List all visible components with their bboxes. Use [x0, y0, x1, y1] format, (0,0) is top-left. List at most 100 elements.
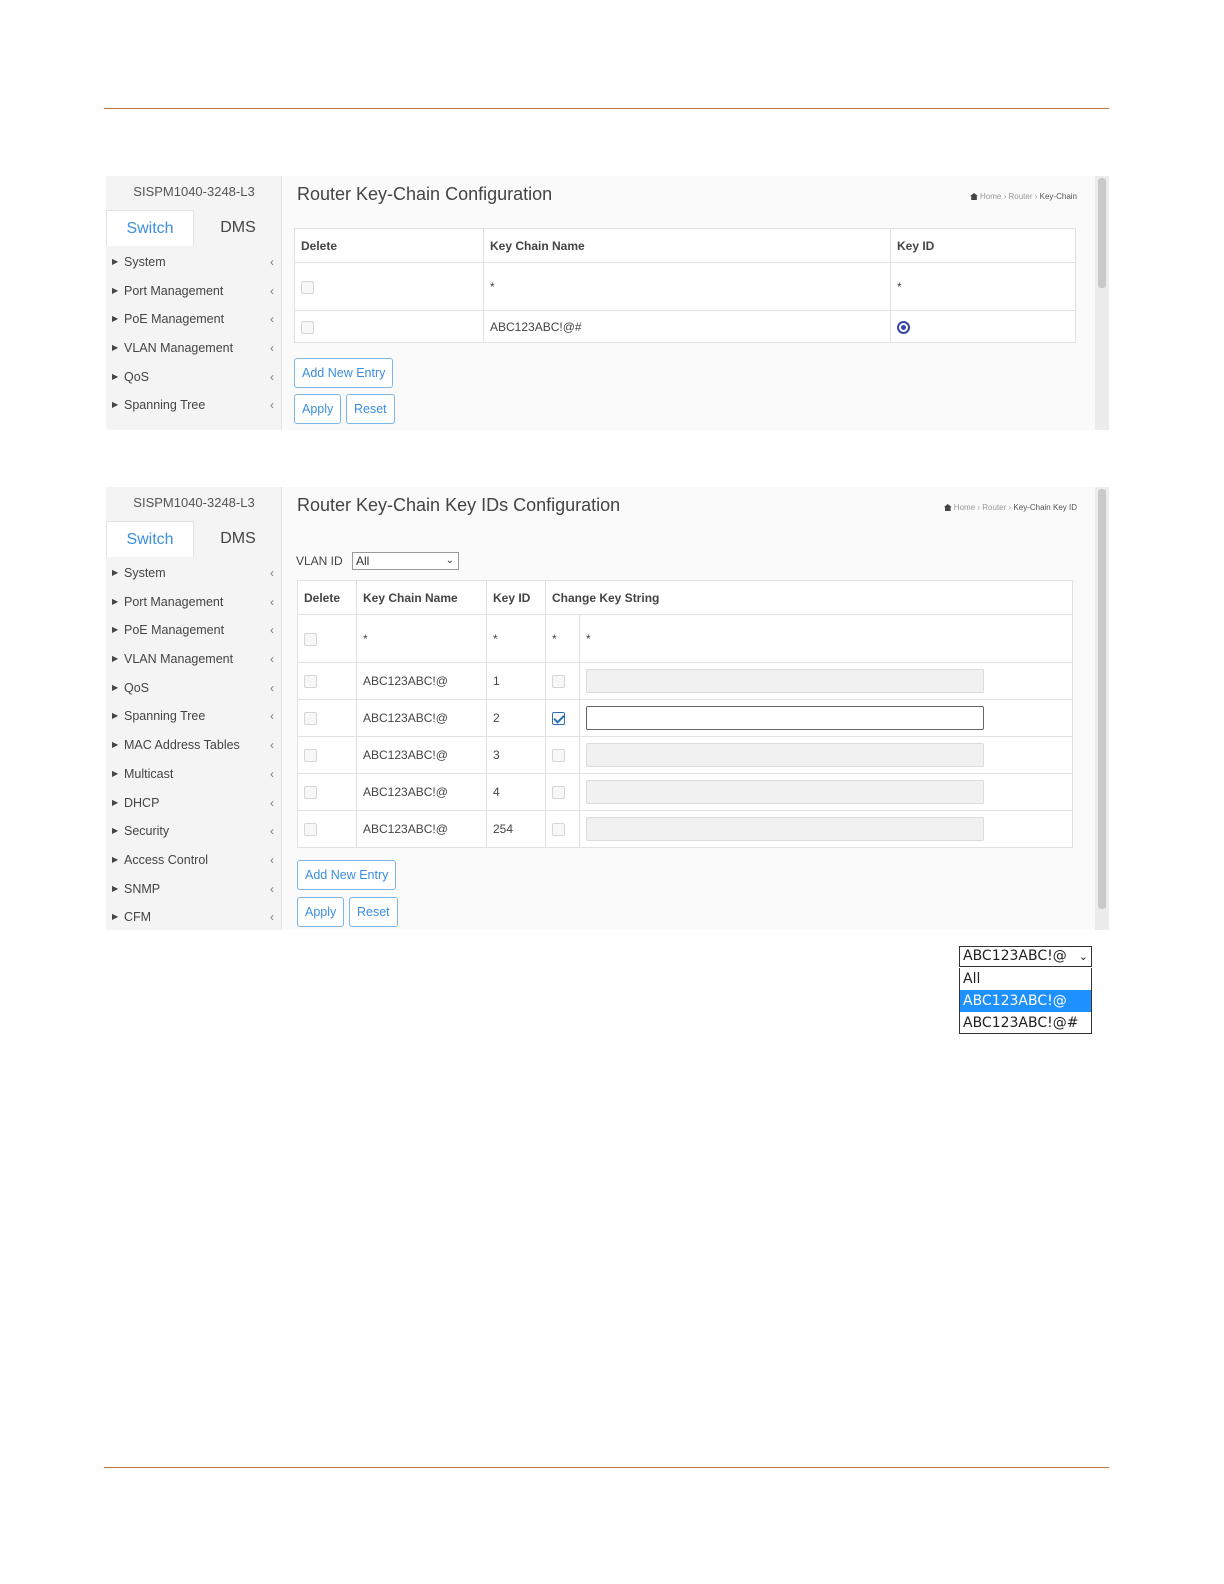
delete-checkbox[interactable]: [304, 823, 317, 837]
key-chain-name: ABC123ABC!@: [356, 699, 487, 737]
sidebar-item-cfm[interactable]: ▶ CFM ‹: [106, 903, 282, 930]
reset-button[interactable]: Reset: [346, 394, 395, 424]
change-key-checkbox[interactable]: [552, 675, 565, 689]
scrollbar[interactable]: [1095, 176, 1109, 430]
device-name: SISPM1040-3248-L3: [133, 495, 255, 510]
dropdown-option[interactable]: ABC123ABC!@#: [960, 1012, 1091, 1033]
key-string-input[interactable]: [586, 669, 984, 693]
apply-button[interactable]: Apply: [294, 394, 342, 424]
add-new-entry-button[interactable]: Add New Entry: [294, 358, 394, 388]
change-cell: [545, 810, 580, 848]
dropdown-option-all[interactable]: All: [960, 968, 1091, 990]
breadcrumb: Home › Router › Key-Chain: [970, 192, 1077, 201]
sidebar-item-vlan-management[interactable]: ▶ VLAN Management ‹: [106, 334, 282, 363]
sidebar-item-poe-management[interactable]: ▶ PoE Management ‹: [106, 305, 282, 334]
sidebar-item-spanning-tree[interactable]: ▶ Spanning Tree ‹: [106, 702, 282, 731]
delete-checkbox[interactable]: [304, 712, 317, 726]
change-cell: [545, 736, 580, 774]
change-cell: [545, 662, 580, 700]
sidebar-item-multicast[interactable]: ▶ Multicast ‹: [106, 760, 282, 789]
tab-switch[interactable]: Switch: [106, 210, 194, 246]
change-key-checkbox[interactable]: [552, 823, 565, 837]
scrollbar-thumb[interactable]: [1098, 489, 1106, 909]
key-id: 1: [486, 662, 546, 700]
tab-dms[interactable]: DMS: [194, 521, 282, 557]
key-chain-name: ABC123ABC!@: [356, 773, 487, 811]
key-string-cell: [579, 662, 1073, 700]
table-header-row: Delete Key Chain Name Key ID: [294, 228, 1076, 263]
sidebar-item-access-control[interactable]: ▶ Access Control ‹: [106, 846, 282, 875]
change-cell: [545, 699, 580, 737]
apply-button[interactable]: Apply: [297, 897, 345, 927]
dropdown-option-selected[interactable]: ABC123ABC!@: [960, 990, 1091, 1012]
delete-checkbox[interactable]: [304, 786, 317, 800]
delete-checkbox-disabled: [304, 632, 317, 646]
key-chain-name: ABC123ABC!@: [356, 810, 487, 848]
scrollbar-thumb[interactable]: [1098, 178, 1106, 288]
caret-right-icon: ▶: [112, 711, 119, 721]
sidebar-item-poe-management[interactable]: ▶ PoE Management ‹: [106, 616, 282, 645]
key-string-input[interactable]: [586, 743, 984, 767]
tab-dms[interactable]: DMS: [194, 210, 282, 246]
breadcrumb-home[interactable]: Home: [980, 192, 1001, 201]
sidebar: SISPM1040-3248-L3 Switch DMS ▶ System ‹ ▶ P…: [106, 176, 282, 430]
key-id-wildcard: *: [486, 614, 546, 663]
key-chain-key-ids-screenshot: SISPM1040-3248-L3 Switch DMS ▶ System ‹ ▶ P…: [106, 487, 1109, 930]
delete-checkbox[interactable]: [301, 320, 314, 334]
caret-right-icon: ▶: [112, 596, 119, 606]
sidebar-item-qos[interactable]: ▶ QoS ‹: [106, 363, 282, 392]
chevron-left-icon: ‹: [270, 766, 274, 781]
breadcrumb-router[interactable]: Router: [982, 503, 1006, 512]
sidebar-item-dhcp[interactable]: ▶ DHCP ‹: [106, 789, 282, 818]
header-rule: [104, 108, 1109, 109]
key-ids-table: Delete Key Chain Name Key ID Change Key …: [297, 580, 1073, 848]
key-id: 3: [486, 736, 546, 774]
sidebar-item-port-management[interactable]: ▶ Port Management ‹: [106, 588, 282, 617]
key-chain-select[interactable]: ABC123ABC!@ ⌄: [959, 946, 1092, 967]
change-key-checkbox[interactable]: [552, 749, 565, 763]
chevron-left-icon: ‹: [270, 852, 274, 867]
tab-switch[interactable]: Switch: [106, 521, 194, 557]
sidebar-item-system[interactable]: ▶ System ‹: [106, 248, 282, 277]
scrollbar[interactable]: [1095, 487, 1109, 930]
home-icon: [970, 193, 979, 200]
key-string-input-active[interactable]: [586, 706, 984, 730]
sidebar-item-security[interactable]: ▶ Security ‹: [106, 817, 282, 846]
sidebar-item-vlan-management[interactable]: ▶ VLAN Management ‹: [106, 645, 282, 674]
reset-button[interactable]: Reset: [349, 897, 398, 927]
change-wildcard: *: [545, 614, 580, 663]
delete-checkbox[interactable]: [304, 749, 317, 763]
change-key-checkbox-checked[interactable]: [552, 712, 565, 726]
sidebar-item-system[interactable]: ▶ System ‹: [106, 559, 282, 588]
device-name: SISPM1040-3248-L3: [133, 184, 255, 199]
key-id-wildcard: *: [890, 262, 1076, 311]
key-chain-name: ABC123ABC!@: [356, 736, 487, 774]
chevron-left-icon: ‹: [270, 680, 274, 695]
table-row: ABC123ABC!@ 2: [297, 699, 1073, 737]
main-content: Router Key-Chain Key IDs Configuration H…: [282, 487, 1095, 930]
key-string-input[interactable]: [586, 817, 984, 841]
dropdown-options: All ABC123ABC!@ ABC123ABC!@#: [959, 968, 1092, 1034]
change-key-checkbox[interactable]: [552, 786, 565, 800]
footer-rule: [104, 1467, 1109, 1468]
breadcrumb-current: Key-Chain Key ID: [1013, 503, 1077, 512]
chevron-down-icon: ⌄: [1078, 950, 1088, 963]
caret-right-icon: ▶: [112, 768, 119, 778]
sidebar-item-spanning-tree[interactable]: ▶ Spanning Tree ‹: [106, 391, 282, 420]
key-chain-config-screenshot: SISPM1040-3248-L3 Switch DMS ▶ System ‹ ▶ P…: [106, 176, 1109, 430]
sidebar-menu: ▶ System ‹ ▶ Port Management ‹ ▶ PoE Manageme…: [106, 248, 282, 420]
breadcrumb-router[interactable]: Router: [1009, 192, 1033, 201]
breadcrumb-home[interactable]: Home: [954, 503, 975, 512]
delete-checkbox[interactable]: [304, 675, 317, 689]
vlan-id-select[interactable]: All ⌄: [352, 552, 459, 570]
key-id-cell: [890, 310, 1076, 343]
main-content: Router Key-Chain Configuration Home › Ro…: [282, 176, 1095, 430]
sidebar-item-port-management[interactable]: ▶ Port Management ‹: [106, 277, 282, 306]
sidebar-item-mac-address-tables[interactable]: ▶ MAC Address Tables ‹: [106, 731, 282, 760]
key-string-input[interactable]: [586, 780, 984, 804]
key-string-wildcard: *: [579, 614, 1073, 663]
sidebar-item-qos[interactable]: ▶ QoS ‹: [106, 674, 282, 703]
sidebar-item-snmp[interactable]: ▶ SNMP ‹: [106, 875, 282, 904]
add-new-entry-button[interactable]: Add New Entry: [297, 860, 397, 890]
key-id-radio[interactable]: [897, 320, 910, 334]
